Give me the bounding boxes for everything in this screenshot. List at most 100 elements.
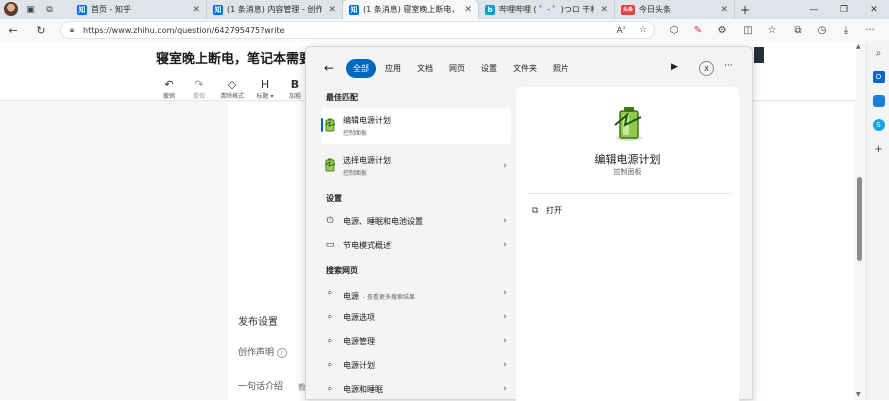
close-tab-icon[interactable]: ✕ [192, 5, 200, 15]
close-tab-icon[interactable]: ✕ [464, 5, 472, 15]
extensions-icon[interactable]: ⬡ [662, 19, 686, 41]
page-scrollbar[interactable]: ▲ ▼ [856, 41, 864, 400]
close-tab-icon[interactable]: ✕ [720, 5, 728, 15]
web-result-power-management[interactable]: ⌕ 电源管理 › [321, 330, 511, 352]
tab-question-active[interactable]: 知 (1 条消息) 寝室晚上断电，笔记本 ✕ [343, 0, 479, 19]
chevron-right-icon[interactable]: › [499, 288, 511, 298]
settings-gear-icon[interactable]: ⚙ [710, 19, 734, 41]
open-external-icon: ⧉ [532, 205, 539, 216]
search-filter-bar: ← 全部 应用 文档 网页 设置 文件夹 照片 ▶ X ··· [306, 47, 754, 89]
web-result-power-plan[interactable]: ⌕ 电源计划 › [321, 354, 511, 376]
result-battery-saver[interactable]: ▭ 节电模式概述 › [321, 234, 511, 256]
browser-tab-strip: ▣ ⧉ 知 首页 - 知乎 ✕ 知 (1 条消息) 内容管理 - 创作中心 ✕ … [0, 0, 889, 19]
url-text[interactable]: https://www.zhihu.com/question/642795475… [83, 26, 610, 35]
battery-saver-icon: ▭ [325, 240, 335, 250]
undo-button[interactable]: ↶ 撤销 [156, 78, 182, 100]
filter-folders[interactable]: 文件夹 [506, 59, 544, 78]
result-choose-power-plan[interactable]: 选择电源计划 控制面板 › [321, 148, 511, 184]
address-bar[interactable]: 🔒︎ https://www.zhihu.com/question/642795… [60, 21, 655, 39]
filter-photos[interactable]: 照片 [546, 59, 576, 78]
close-tab-icon[interactable]: ✕ [600, 5, 608, 15]
downloads-icon[interactable]: ⤓ [834, 19, 858, 41]
section-web-search: 搜索网页 [326, 266, 358, 275]
new-tab-button[interactable]: + [735, 0, 755, 19]
clear-format-button[interactable]: ◇ 清除格式 [216, 78, 248, 100]
web-result-power-and-sleep[interactable]: ⌕ 电源和睡眠 › [321, 378, 511, 400]
chevron-right-icon[interactable]: › [499, 240, 511, 250]
heading-button[interactable]: H 标题 ▾ [252, 78, 278, 100]
tab-actions-icon[interactable]: ⧉ [40, 0, 59, 19]
tab-zhihu-home[interactable]: 知 首页 - 知乎 ✕ [71, 0, 207, 19]
search-icon: ⌕ [327, 384, 333, 394]
split-screen-icon[interactable]: ◫ [736, 19, 760, 41]
scrollbar-thumb[interactable] [857, 177, 862, 261]
tab-toutiao[interactable]: 头条 今日头条 ✕ [615, 0, 735, 19]
history-icon[interactable]: ◷ [810, 19, 834, 41]
power-icon: ⏻ [326, 216, 334, 226]
add-sidebar-app-icon[interactable]: + [867, 137, 889, 161]
back-arrow-icon[interactable]: ← [324, 61, 346, 75]
close-search-button[interactable]: X [699, 61, 714, 76]
zhihu-favicon-icon: 知 [349, 4, 359, 15]
question-title[interactable]: 寝室晚上断电，笔记本需要 [156, 48, 312, 67]
extension-red-icon[interactable]: ✎ [686, 19, 710, 41]
result-power-sleep-battery[interactable]: ⏻ 电源、睡眠和电池设置 › [321, 210, 511, 232]
office-icon[interactable] [867, 89, 889, 113]
tab-bilibili[interactable]: b 哔哩哔哩 ( ゜- ゜)つロ 干杯~-bilibi ✕ [479, 0, 615, 19]
chevron-right-icon[interactable]: › [499, 312, 511, 322]
tab-content-management[interactable]: 知 (1 条消息) 内容管理 - 创作中心 ✕ [207, 0, 343, 19]
favorite-star-icon[interactable]: ☆ [632, 25, 654, 35]
filter-apps[interactable]: 应用 [378, 59, 408, 78]
zhihu-favicon-icon: 知 [77, 4, 87, 15]
preview-title: 编辑电源计划 [594, 153, 661, 166]
section-settings: 设置 [326, 194, 342, 203]
browser-sidebar: ⌕ O S + [866, 41, 889, 400]
creation-declaration-label: 创作声明 ? [238, 345, 287, 358]
search-icon[interactable]: ⌕ [867, 41, 889, 65]
filter-web[interactable]: 网页 [442, 59, 472, 78]
web-result-power[interactable]: ⌕ 电源 - 查看更多搜索结果 › [321, 282, 511, 304]
filter-documents[interactable]: 文档 [410, 59, 440, 78]
result-edit-power-plan[interactable]: 编辑电源计划 控制面板 [321, 108, 511, 144]
tab-label: 今日头条 [639, 5, 671, 14]
redo-button[interactable]: ↷ 重做 [186, 78, 212, 100]
lock-icon[interactable]: 🔒︎ [61, 25, 83, 35]
chevron-right-icon[interactable]: › [499, 336, 511, 346]
close-tab-icon[interactable]: ✕ [328, 5, 336, 15]
filter-all[interactable]: 全部 [346, 58, 376, 78]
read-aloud-icon[interactable]: Aↄ [610, 25, 632, 36]
web-result-power-options[interactable]: ⌕ 电源选项 › [321, 306, 511, 328]
skype-icon[interactable]: S [867, 113, 889, 137]
windows-search-panel: ← 全部 应用 文档 网页 设置 文件夹 照片 ▶ X ··· 最佳匹配 编辑电… [305, 46, 754, 401]
open-action[interactable]: ⧉ 打开 [532, 205, 562, 216]
scroll-up-icon[interactable]: ▲ [856, 43, 861, 50]
chevron-right-icon[interactable]: › [499, 384, 511, 394]
open-label: 打开 [546, 206, 562, 215]
heading-label: 标题 ▾ [256, 93, 274, 100]
bilibili-favicon-icon: b [485, 4, 495, 15]
profile-avatar[interactable] [4, 2, 18, 16]
close-window-icon[interactable]: ✕ [859, 0, 889, 19]
chevron-right-icon[interactable]: › [499, 216, 511, 226]
play-more-icon[interactable]: ▶ [671, 62, 678, 72]
back-icon[interactable]: ← [2, 19, 24, 41]
chevron-right-icon[interactable]: › [499, 360, 511, 370]
restore-icon[interactable]: ❐ [829, 0, 859, 19]
clear-format-label: 清除格式 [219, 93, 244, 100]
outlook-icon[interactable]: O [867, 65, 889, 89]
minimize-icon[interactable]: — [799, 0, 829, 19]
chevron-right-icon[interactable]: › [499, 161, 511, 171]
help-icon[interactable]: ? [276, 348, 287, 358]
editor-toolbar: ↶ 撤销 ↷ 重做 ◇ 清除格式 H 标题 ▾ B 加粗 [156, 78, 308, 100]
result-title: 电源、睡眠和电池设置 [343, 216, 423, 226]
address-toolbar: ← ↻ 🔒︎ https://www.zhihu.com/question/64… [0, 19, 889, 41]
filter-settings[interactable]: 设置 [474, 59, 504, 78]
refresh-icon[interactable]: ↻ [30, 19, 52, 41]
workspaces-icon[interactable]: ▣ [21, 0, 40, 19]
scroll-down-icon[interactable]: ▼ [856, 391, 861, 398]
collections-icon[interactable]: ⧉ [786, 19, 810, 41]
more-menu-icon[interactable]: ··· [858, 19, 882, 41]
toutiao-favicon-icon: 头条 [621, 4, 635, 15]
more-options-button[interactable]: ··· [724, 61, 733, 71]
favorites-icon[interactable]: ☆ [760, 19, 784, 41]
